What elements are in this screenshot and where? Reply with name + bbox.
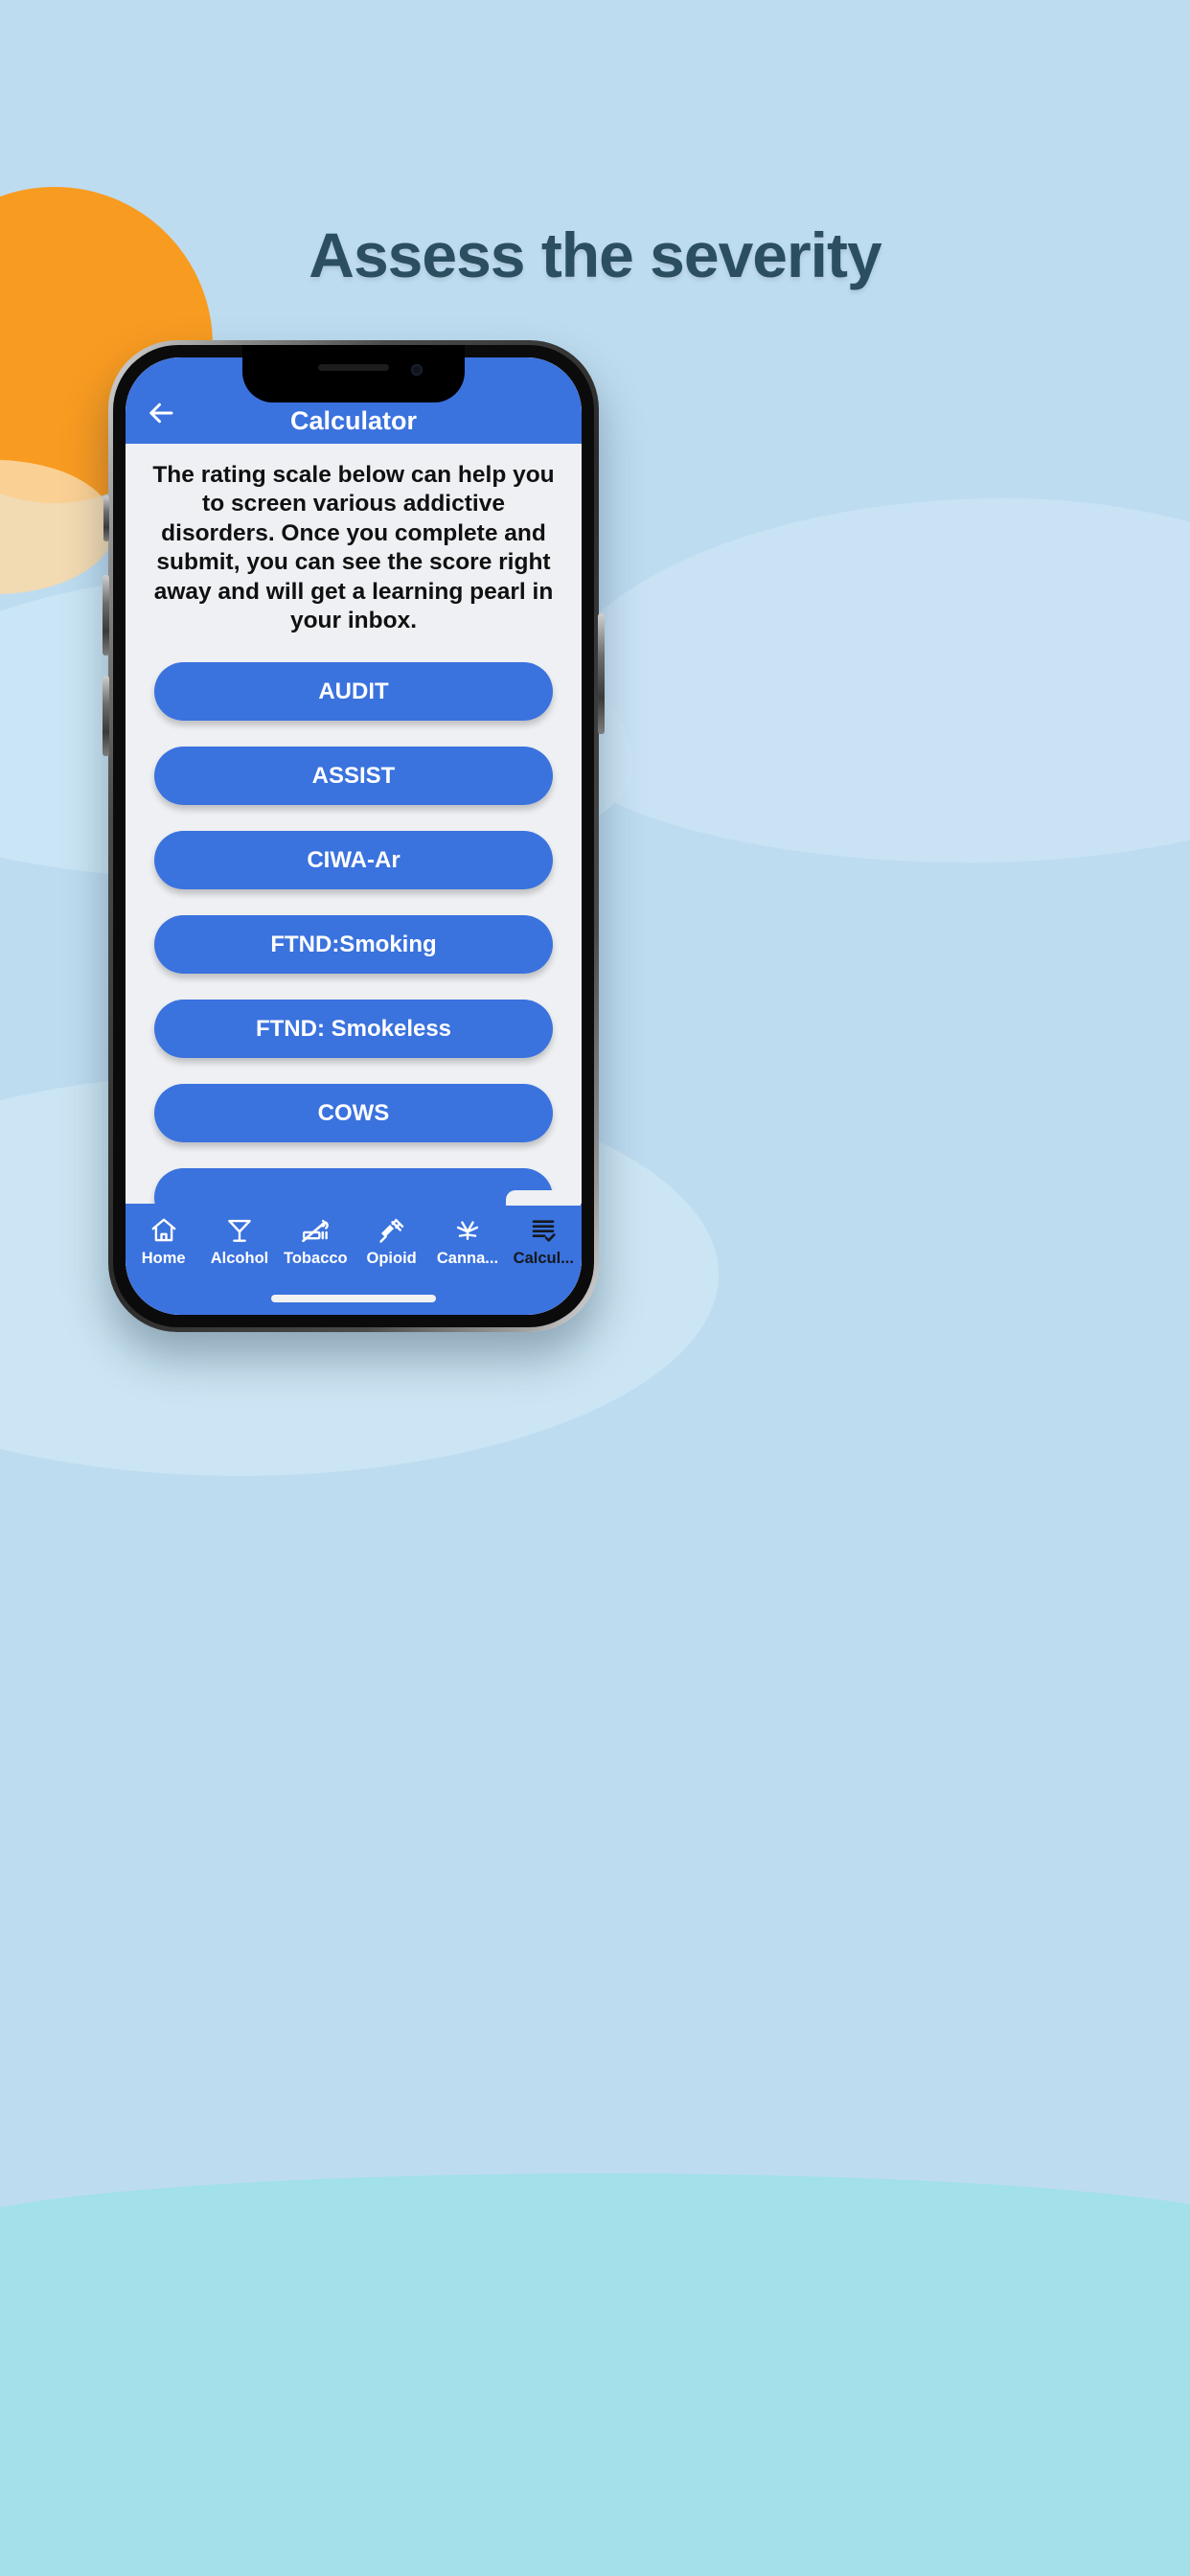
home-indicator[interactable] [271, 1295, 436, 1302]
phone-volume-down[interactable] [103, 676, 109, 756]
syringe-icon [378, 1216, 406, 1245]
tab-label-alcohol: Alcohol [210, 1250, 269, 1267]
phone-volume-up[interactable] [103, 575, 109, 656]
cocktail-icon [225, 1216, 254, 1245]
scale-button-assist[interactable]: ASSIST [154, 747, 553, 806]
front-camera [411, 364, 423, 376]
active-tab-indicator [506, 1190, 582, 1206]
tab-label-calculator: Calcul... [513, 1250, 574, 1267]
page-headline: Assess the severity [309, 219, 881, 290]
tab-label-cannabis: Canna... [436, 1250, 499, 1267]
back-button[interactable] [141, 394, 183, 436]
home-icon [149, 1216, 178, 1245]
scale-button-cows[interactable]: COWS [154, 1084, 553, 1143]
cloud-wave-right [538, 498, 1190, 862]
cannabis-icon [453, 1216, 482, 1245]
tab-alcohol[interactable]: Alcohol [201, 1204, 277, 1268]
phone-power-button[interactable] [598, 613, 605, 734]
phone-mute-switch[interactable] [103, 495, 109, 541]
tab-label-cannabis-opioid: Opioid [366, 1250, 417, 1267]
app-title: Calculator [289, 406, 418, 435]
tab-tobacco[interactable]: Tobacco [278, 1204, 354, 1268]
tab-opioid[interactable]: Opioid [354, 1204, 429, 1268]
tab-cannabis[interactable]: Canna... [429, 1204, 505, 1268]
scale-button-ciwa-ar[interactable]: CIWA-Ar [154, 831, 553, 890]
arrow-left-icon [148, 399, 176, 432]
app-root: Calculator The rating scale below can he… [126, 357, 582, 1315]
intro-paragraph: The rating scale below can help you to s… [152, 462, 555, 633]
earpiece-speaker [318, 364, 389, 371]
sea-band [0, 2252, 1190, 2576]
phone-screen: Calculator The rating scale below can he… [126, 357, 582, 1315]
phone-body: Calculator The rating scale below can he… [113, 345, 594, 1327]
phone-notch [242, 345, 465, 402]
tab-label-tobacco: Tobacco [284, 1250, 348, 1267]
phone-mockup: Calculator The rating scale below can he… [103, 340, 605, 1332]
scale-button-audit[interactable]: AUDIT [154, 662, 553, 722]
scale-button-ftnd-smoking[interactable]: FTND:Smoking [154, 915, 553, 975]
tab-label-home: Home [141, 1250, 186, 1267]
scale-button-ftnd-smokeless[interactable]: FTND: Smokeless [154, 1000, 553, 1059]
no-smoking-icon [301, 1216, 330, 1245]
tab-home[interactable]: Home [126, 1204, 201, 1268]
tab-calculator[interactable]: Calcul... [506, 1190, 582, 1268]
checklist-icon [529, 1216, 558, 1245]
